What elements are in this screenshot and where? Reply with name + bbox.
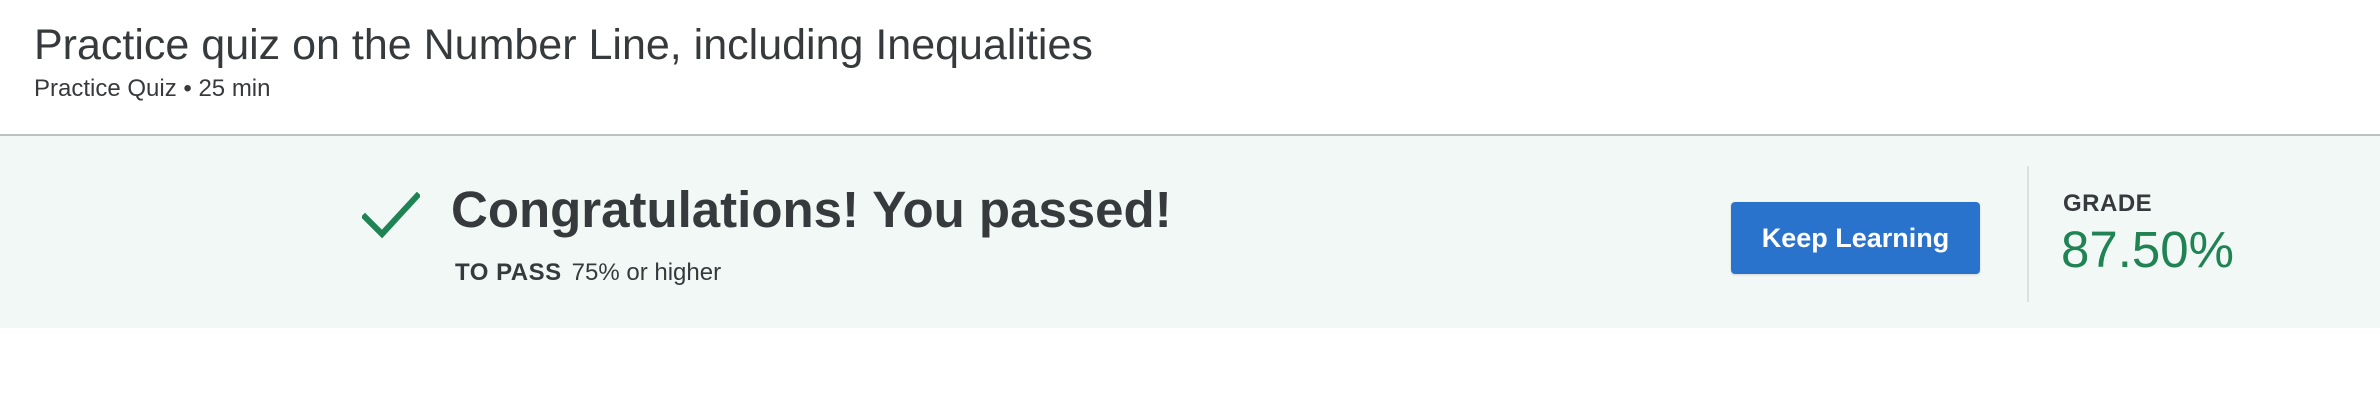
grade-label: GRADE	[2063, 190, 2153, 217]
pass-requirement: TO PASS 75% or higher	[455, 258, 721, 288]
quiz-header: Practice quiz on the Number Line, includ…	[0, 0, 2380, 136]
keep-learning-button[interactable]: Keep Learning	[1731, 202, 1980, 274]
pass-requirement-label: TO PASS	[455, 259, 562, 286]
page-title: Practice quiz on the Number Line, includ…	[34, 21, 1093, 69]
vertical-divider	[2027, 166, 2029, 302]
checkmark-icon	[360, 191, 422, 240]
pass-message: Congratulations! You passed!	[451, 181, 1172, 238]
grade-value: 87.50%	[2061, 221, 2234, 278]
pass-requirement-value: 75% or higher	[571, 259, 722, 286]
quiz-subtitle: Practice Quiz • 25 min	[34, 75, 271, 102]
pass-banner: Congratulations! You passed! TO PASS 75% …	[0, 136, 2380, 328]
